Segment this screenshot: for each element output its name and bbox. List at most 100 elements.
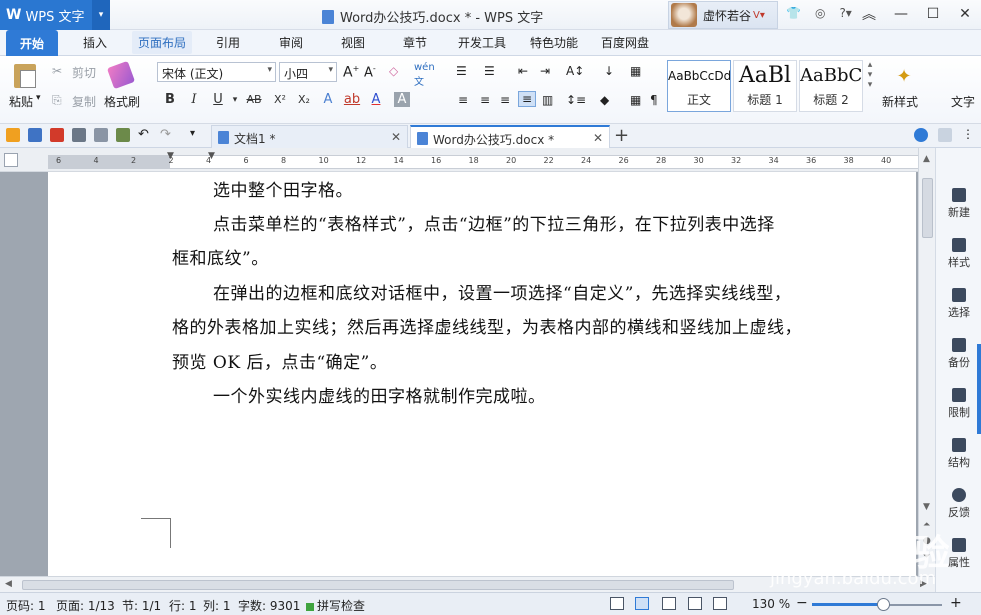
document-page[interactable]: 选中整个田字格。 点击菜单栏的“表格样式”，点击“边框”的下拉三角形，在下拉列表… <box>48 172 916 576</box>
status-pages[interactable]: 页面: 1/13 <box>56 597 115 614</box>
show-marks-icon[interactable]: ¶ <box>650 93 658 107</box>
sidebar-item-restrict[interactable]: 限制 <box>936 388 981 420</box>
web-view-icon[interactable] <box>688 597 702 610</box>
shrink-font-icon[interactable]: A- <box>364 64 376 80</box>
page-view-icon[interactable] <box>635 597 649 610</box>
paste-icon[interactable] <box>14 64 36 88</box>
redo-icon[interactable]: ↷ <box>160 127 171 142</box>
italic-button[interactable]: I <box>182 92 206 107</box>
pdf-icon[interactable] <box>50 128 64 142</box>
copy-button[interactable]: 复制 <box>72 93 96 110</box>
superscript-button[interactable]: X² <box>268 93 292 106</box>
avatar[interactable] <box>671 3 697 27</box>
tab-chapter[interactable]: 章节 <box>403 34 427 51</box>
align-left-icon[interactable]: ≡ <box>458 93 468 107</box>
underline-dropdown-icon[interactable]: ▾ <box>230 95 240 105</box>
tab-page-layout[interactable]: 页面布局 <box>132 31 193 54</box>
zoom-in-icon[interactable]: + <box>950 595 962 611</box>
tab-baidu-netdisk[interactable]: 百度网盘 <box>601 34 649 51</box>
scroll-left-icon[interactable]: ◀ <box>5 579 12 589</box>
status-col[interactable]: 列: 1 <box>203 597 231 614</box>
strikethrough-button[interactable]: AB <box>240 93 268 106</box>
distribute-icon[interactable]: ▥ <box>542 93 553 107</box>
zoom-out-icon[interactable]: − <box>796 595 808 611</box>
quick-access-dropdown-icon[interactable]: ▾ <box>190 128 195 139</box>
first-line-indent-icon[interactable]: ▼ <box>208 151 215 161</box>
numbered-list-icon[interactable]: ☰ <box>484 64 495 78</box>
app-menu-button[interactable]: W WPS 文字 ▾ <box>0 0 110 30</box>
new-style-icon[interactable]: ✦ <box>893 66 915 88</box>
close-tab-icon[interactable]: ✕ <box>391 130 401 144</box>
status-words[interactable]: 字数: 9301 <box>238 597 300 614</box>
align-center-icon[interactable]: ≡ <box>480 93 490 107</box>
more-text-button[interactable]: 文字 <box>951 93 975 110</box>
maximize-icon[interactable]: ☐ <box>917 0 949 28</box>
minimize-icon[interactable]: — <box>885 0 917 28</box>
sidebar-item-select[interactable]: 选择 <box>936 288 981 320</box>
tab-home[interactable]: 开始 <box>6 30 59 56</box>
tab-developer[interactable]: 开发工具 <box>458 34 506 51</box>
tab-stop-selector[interactable] <box>4 153 18 167</box>
decrease-indent-icon[interactable]: ⇤ <box>518 64 528 78</box>
close-tab-icon[interactable]: ✕ <box>593 131 603 145</box>
scroll-down-icon[interactable]: ▼ <box>923 502 930 512</box>
tab-insert[interactable]: 插入 <box>83 34 107 51</box>
undo-icon[interactable]: ↶ <box>138 127 149 142</box>
vertical-scrollbar[interactable]: ▲ ▼ ⏶ ● ⏷ <box>918 148 935 576</box>
scroll-thumb[interactable] <box>922 178 933 238</box>
spellcheck-toggle[interactable]: 拼写检查 <box>306 597 365 614</box>
justify-icon[interactable]: ≡ <box>518 91 537 107</box>
line-spacing-icon[interactable]: ↕≡ <box>566 93 586 107</box>
sidebar-item-feedback[interactable]: 反馈 <box>936 488 981 520</box>
shading-icon[interactable]: ◆ <box>600 93 609 107</box>
status-row[interactable]: 行: 1 <box>169 597 197 614</box>
increase-indent-icon[interactable]: ⇥ <box>540 64 550 78</box>
zoom-slider-handle[interactable] <box>877 598 890 611</box>
full-screen-icon[interactable] <box>610 597 624 610</box>
style-heading-2[interactable]: AaBbC 标题 2 <box>799 60 863 112</box>
sidebar-item-backup[interactable]: 备份 <box>936 338 981 370</box>
settings-icon[interactable]: ⋮ <box>962 127 974 141</box>
char-shading-icon[interactable]: A <box>394 92 410 107</box>
paste-button[interactable]: 粘贴 <box>9 93 33 110</box>
borders-icon[interactable]: ▦ <box>630 93 641 107</box>
highlight-icon[interactable]: ab <box>340 92 364 107</box>
tab-special[interactable]: 特色功能 <box>530 34 578 51</box>
status-section[interactable]: 节: 1/1 <box>122 597 161 614</box>
subscript-button[interactable]: X₂ <box>292 93 316 106</box>
doc-tab-2[interactable]: Word办公技巧.docx * ✕ <box>410 125 610 148</box>
style-normal[interactable]: AaBbCcDd 正文 <box>667 60 731 112</box>
text-direction-icon[interactable]: A↕ <box>566 64 584 78</box>
sidebar-item-new[interactable]: 新建 <box>936 188 981 220</box>
close-icon[interactable]: ✕ <box>949 0 981 28</box>
styles-scroll[interactable]: ▴ ▾ ▾ <box>865 60 875 112</box>
cloud-icon[interactable] <box>914 128 928 142</box>
phonetic-icon[interactable]: wén 文 <box>414 62 435 88</box>
indent-marker-icon[interactable]: ▼ <box>167 151 174 161</box>
style-heading-1[interactable]: AaBl 标题 1 <box>733 60 797 112</box>
grow-font-icon[interactable]: A+ <box>343 64 359 81</box>
weibo-icon[interactable]: ◎ <box>815 6 825 20</box>
open-icon[interactable] <box>6 128 20 142</box>
share-icon[interactable] <box>938 128 952 142</box>
sidebar-item-structure[interactable]: 结构 <box>936 438 981 470</box>
bold-button[interactable]: B <box>158 92 182 107</box>
scroll-up-icon[interactable]: ▲ <box>923 154 930 164</box>
doc-tab-1[interactable]: 文档1 * ✕ <box>211 125 408 148</box>
new-style-button[interactable]: 新样式 <box>882 93 918 110</box>
text-effect-icon[interactable]: A <box>316 92 340 107</box>
bullet-list-icon[interactable]: ☰ <box>456 64 467 78</box>
chevron-down-icon[interactable]: ▾ <box>92 0 110 30</box>
align-right-icon[interactable]: ≡ <box>500 93 510 107</box>
font-size-select[interactable]: 小四 <box>279 62 337 82</box>
outline-view-icon[interactable] <box>662 597 676 610</box>
read-view-icon[interactable] <box>713 597 727 610</box>
zoom-level[interactable]: 130 % <box>752 597 790 611</box>
spellcheck-icon[interactable] <box>116 128 130 142</box>
new-tab-icon[interactable]: + <box>614 125 629 146</box>
underline-button[interactable]: U <box>206 92 230 107</box>
table-icon[interactable]: ▦ <box>630 64 641 78</box>
paste-dropdown-icon[interactable]: ▾ <box>36 93 41 103</box>
save-icon[interactable] <box>28 128 42 142</box>
clear-format-icon[interactable]: ◇ <box>389 64 398 78</box>
